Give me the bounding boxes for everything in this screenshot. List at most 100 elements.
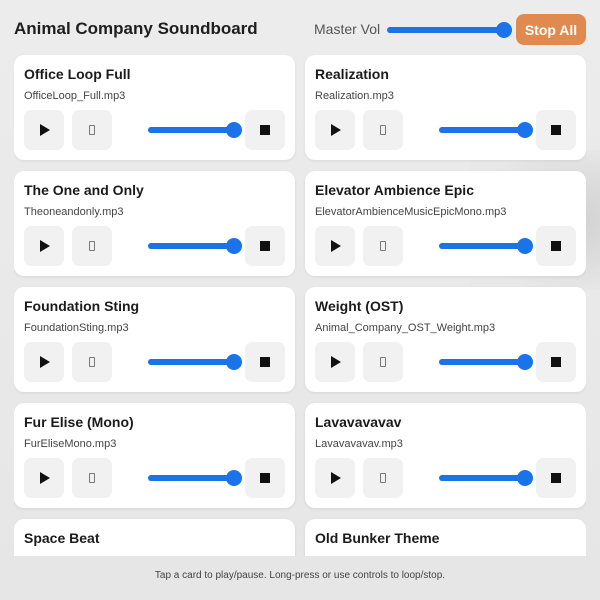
play-icon [331, 472, 341, 484]
stop-button[interactable] [245, 226, 285, 266]
sound-card-filename: OfficeLoop_Full.mp3 [24, 90, 126, 102]
stop-button[interactable] [245, 342, 285, 382]
play-icon [331, 124, 341, 136]
sound-card-title: Foundation Sting [24, 298, 140, 314]
sound-card[interactable]: Elevator Ambience Epic ElevatorAmbienceMu… [305, 171, 586, 276]
sound-card-filename: Theoneandonly.mp3 [24, 206, 124, 218]
card-volume-fill [148, 127, 234, 133]
card-volume-fill [439, 475, 525, 481]
sound-card-title: Realization [315, 66, 389, 82]
card-volume-slider[interactable] [148, 238, 242, 254]
footer-hint: Tap a card to play/pause. Long-press or … [154, 570, 446, 581]
loop-icon [380, 241, 386, 251]
stop-button[interactable] [536, 110, 576, 150]
sound-card-filename: ElevatorAmbienceMusicEpicMono.mp3 [315, 206, 507, 218]
stop-button[interactable] [536, 342, 576, 382]
card-volume-knob[interactable] [226, 354, 242, 370]
play-button[interactable] [315, 110, 355, 150]
card-volume-knob[interactable] [517, 238, 533, 254]
play-icon [331, 356, 341, 368]
play-button[interactable] [315, 226, 355, 266]
sound-card[interactable]: Office Loop Full OfficeLoop_Full.mp3 [14, 55, 295, 160]
sound-card[interactable]: Weight (OST) Animal_Company_OST_Weight.mp… [305, 287, 586, 392]
sound-card-grid: Office Loop Full OfficeLoop_Full.mp3 Reali… [14, 55, 586, 556]
loop-button[interactable] [363, 458, 403, 498]
card-volume-knob[interactable] [226, 122, 242, 138]
loop-button[interactable] [363, 342, 403, 382]
play-button[interactable] [24, 110, 64, 150]
sound-card-filename: Realization.mp3 [315, 90, 394, 102]
play-button[interactable] [24, 226, 64, 266]
loop-button[interactable] [363, 110, 403, 150]
stop-icon [260, 125, 270, 135]
loop-button[interactable] [72, 110, 112, 150]
sound-card-title: Lavavavavav [315, 414, 402, 430]
sound-card-filename: FurEliseMono.mp3 [24, 438, 117, 450]
play-icon [40, 356, 50, 368]
card-volume-slider[interactable] [439, 238, 533, 254]
card-volume-knob[interactable] [517, 470, 533, 486]
play-button[interactable] [24, 342, 64, 382]
loop-icon [89, 125, 95, 135]
sound-card[interactable]: Space Beat [14, 519, 295, 556]
card-volume-slider[interactable] [439, 470, 533, 486]
card-volume-fill [439, 359, 525, 365]
sound-card[interactable]: Fur Elise (Mono) FurEliseMono.mp3 [14, 403, 295, 508]
stop-icon [551, 125, 561, 135]
loop-icon [380, 125, 386, 135]
card-volume-fill [148, 359, 234, 365]
stop-icon [260, 241, 270, 251]
play-icon [40, 472, 50, 484]
card-volume-slider[interactable] [148, 122, 242, 138]
play-icon [40, 240, 50, 252]
play-button[interactable] [315, 342, 355, 382]
stop-icon [260, 357, 270, 367]
sound-card-title: Office Loop Full [24, 66, 131, 82]
master-volume-slider[interactable] [387, 22, 512, 38]
loop-button[interactable] [363, 226, 403, 266]
loop-button[interactable] [72, 342, 112, 382]
card-volume-slider[interactable] [148, 470, 242, 486]
loop-button[interactable] [72, 458, 112, 498]
stop-icon [260, 473, 270, 483]
sound-card[interactable]: Foundation Sting FoundationSting.mp3 [14, 287, 295, 392]
master-volume-knob[interactable] [496, 22, 512, 38]
card-volume-fill [148, 475, 234, 481]
card-volume-fill [439, 243, 525, 249]
stop-button[interactable] [536, 226, 576, 266]
card-volume-slider[interactable] [148, 354, 242, 370]
loop-icon [89, 357, 95, 367]
loop-button[interactable] [72, 226, 112, 266]
sound-card[interactable]: Realization Realization.mp3 [305, 55, 586, 160]
sound-card[interactable]: Old Bunker Theme [305, 519, 586, 556]
master-volume-fill [387, 27, 504, 33]
stop-button[interactable] [245, 458, 285, 498]
app-title: Animal Company Soundboard [14, 19, 258, 38]
loop-icon [89, 241, 95, 251]
sound-card-title: The One and Only [24, 182, 144, 198]
stop-button[interactable] [245, 110, 285, 150]
sound-card[interactable]: Lavavavavav Lavavavavav.mp3 [305, 403, 586, 508]
top-bar: Animal Company Soundboard Master Vol Sto… [0, 0, 600, 56]
play-button[interactable] [24, 458, 64, 498]
card-volume-knob[interactable] [226, 238, 242, 254]
sound-card-title: Space Beat [24, 530, 100, 546]
card-volume-slider[interactable] [439, 354, 533, 370]
sound-card[interactable]: The One and Only Theoneandonly.mp3 [14, 171, 295, 276]
stop-icon [551, 473, 561, 483]
card-volume-slider[interactable] [439, 122, 533, 138]
card-volume-fill [439, 127, 525, 133]
loop-icon [380, 473, 386, 483]
card-volume-knob[interactable] [517, 354, 533, 370]
sound-card-title: Fur Elise (Mono) [24, 414, 134, 430]
sound-card-title: Old Bunker Theme [315, 530, 440, 546]
sound-card-title: Elevator Ambience Epic [315, 182, 474, 198]
master-volume-label: Master Vol [314, 21, 381, 37]
stop-button[interactable] [536, 458, 576, 498]
card-volume-knob[interactable] [517, 122, 533, 138]
card-volume-knob[interactable] [226, 470, 242, 486]
play-icon [40, 124, 50, 136]
sound-card-filename: Animal_Company_OST_Weight.mp3 [315, 322, 496, 334]
play-button[interactable] [315, 458, 355, 498]
stop-all-button[interactable]: Stop All [516, 14, 586, 45]
